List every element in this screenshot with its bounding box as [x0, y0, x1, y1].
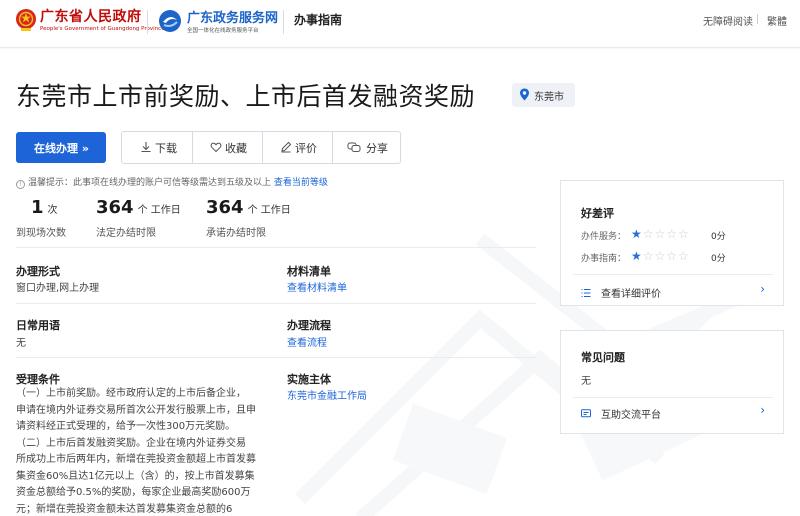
- favorite-button[interactable]: 收藏: [193, 132, 262, 163]
- guide-rating-label: 办事指南：: [581, 254, 627, 264]
- stat-unit: 个 工作日: [137, 205, 181, 216]
- favorite-label: 收藏: [225, 142, 247, 155]
- share-button[interactable]: 分享: [333, 132, 401, 163]
- download-icon: [141, 142, 151, 153]
- review-button[interactable]: 评价: [263, 132, 332, 163]
- service-score: 0分: [711, 232, 726, 242]
- stat-number: 364: [206, 197, 244, 218]
- conditions-label: 受理条件: [16, 373, 60, 386]
- stat-number: 1: [31, 197, 44, 218]
- service-rating: 办件服务： ★☆☆☆☆ 0分: [581, 227, 726, 242]
- page-title: 东莞市上市前奖励、上市后首发融资奖励: [16, 82, 476, 111]
- rating-title: 好差评: [581, 207, 614, 220]
- faq-panel: 常见问题 无 互助交流平台 ›: [560, 330, 784, 434]
- conditions-line: 申请在境内外证券交易所首次公开发行股票上市，且申: [16, 404, 256, 416]
- panel-divider: [573, 397, 773, 398]
- materials-link[interactable]: 查看材料清单: [287, 279, 347, 294]
- portal-logo-icon[interactable]: [158, 9, 182, 33]
- traditional-chinese-link[interactable]: 繁體: [767, 13, 787, 28]
- heart-icon: [210, 142, 222, 153]
- process-label: 办理流程: [287, 319, 331, 332]
- conditions-line: 元；新增在莞投资金额未达首发募集资金总额的6: [16, 503, 233, 515]
- action-button-group: 下载 收藏 评价 分享: [121, 131, 401, 164]
- main-content: 东莞市上市前奖励、上市后首发融资奖励 东莞市 在线办理 » 下载 收藏 评价 分…: [0, 49, 800, 516]
- star-filled-icon: ★: [631, 227, 643, 241]
- chevron-right-icon[interactable]: ›: [760, 403, 765, 417]
- accessibility-link[interactable]: 无障碍阅读: [703, 13, 753, 28]
- location-label: 东莞市: [534, 92, 564, 103]
- stat-promised-limit: 364 个 工作日 承诺办结时限: [206, 197, 291, 239]
- online-apply-button[interactable]: 在线办理 »: [16, 132, 106, 163]
- download-button[interactable]: 下载: [122, 132, 192, 163]
- terms-label: 日常用语: [16, 319, 60, 332]
- entity-link[interactable]: 东莞市金融工作局: [287, 387, 367, 402]
- portal-title[interactable]: 广东政务服务网: [187, 7, 278, 26]
- star-empty-icon: ☆☆☆☆: [642, 249, 690, 263]
- star-rating[interactable]: ★☆☆☆☆: [631, 249, 690, 263]
- view-detail-rating-label: 查看详细评价: [601, 289, 661, 300]
- divider: [16, 247, 536, 248]
- header-divider: [283, 10, 284, 34]
- stat-unit: 次: [47, 205, 58, 216]
- guide-score: 0分: [711, 254, 726, 264]
- download-label: 下载: [155, 142, 177, 155]
- review-label: 评价: [295, 142, 317, 155]
- star-empty-icon: ☆☆☆☆: [642, 227, 690, 241]
- mutual-help-platform-label: 互助交流平台: [601, 410, 661, 421]
- gov-title[interactable]: 广东省人民政府: [40, 6, 142, 26]
- service-rating-label: 办件服务：: [581, 232, 627, 242]
- faq-value: 无: [581, 376, 591, 387]
- check-level-link[interactable]: 查看当前等级: [274, 178, 328, 188]
- rating-panel: 好差评 办件服务： ★☆☆☆☆ 0分 办事指南： ★☆☆☆☆ 0分 查看详细评价…: [560, 180, 784, 306]
- section-title[interactable]: 办事指南: [294, 11, 342, 28]
- conditions-line: 所成功上市后两年内，新增在莞投资金额超上市首发募: [16, 454, 256, 465]
- top-header: 广东省人民政府 People's Government of Guangdong…: [0, 0, 800, 48]
- guide-rating: 办事指南： ★☆☆☆☆ 0分: [581, 249, 726, 264]
- materials-label: 材料清单: [287, 265, 331, 278]
- chevron-right-icon[interactable]: ›: [760, 282, 765, 296]
- location-tag[interactable]: 东莞市: [512, 83, 575, 107]
- location-pin-icon: [520, 88, 529, 101]
- pen-icon: [281, 141, 292, 153]
- view-detail-rating-link[interactable]: 查看详细评价: [581, 285, 661, 300]
- conditions-line: （二）上市后首发融资奖励。企业在境内外证券交易: [16, 437, 246, 449]
- conditions-line: 集资金60%且达1亿元以上（含）的，按上市首发募集: [16, 470, 255, 482]
- tip-message: 温馨提示：此事项在线办理的账户可信等级需达到五级及以上: [28, 178, 272, 188]
- stat-caption: 到现场次数: [16, 228, 66, 239]
- share-chat-icon: [347, 142, 361, 152]
- header-divider: [147, 10, 148, 34]
- conditions-line: 资金总额给予0.5%的奖励，每家企业最高奖励600万: [16, 487, 251, 498]
- stat-caption: 法定办结时限: [96, 228, 156, 239]
- gov-subtitle: People's Government of Guangdong Provinc…: [40, 26, 165, 32]
- stat-legal-limit: 364 个 工作日 法定办结时限: [96, 197, 181, 239]
- stat-number: 364: [96, 197, 134, 218]
- method-label: 办理形式: [16, 265, 60, 278]
- chat-box-icon: [581, 409, 591, 418]
- mutual-help-platform-link[interactable]: 互助交流平台: [581, 406, 661, 421]
- national-emblem-icon[interactable]: [15, 8, 37, 32]
- stat-caption: 承诺办结时限: [206, 228, 266, 239]
- method-value: 窗口办理,网上办理: [16, 283, 100, 294]
- stat-visits: 1次 到现场次数: [16, 197, 66, 239]
- panel-divider: [573, 274, 773, 275]
- stat-unit: 个 工作日: [247, 205, 291, 216]
- online-apply-label: 在线办理 »: [34, 142, 89, 155]
- entity-label: 实施主体: [287, 373, 331, 386]
- star-filled-icon: ★: [631, 249, 643, 263]
- conditions-text: （一）上市前奖励。经市政府认定的上市后备企业， 申请在境内外证券交易所首次公开发…: [16, 386, 271, 516]
- portal-subtitle: 全国一体化在线政务服务平台: [187, 28, 259, 34]
- conditions-line: 请资料经正式受理的，给予一次性300万元奖励。: [16, 421, 236, 432]
- header-link-divider: [757, 14, 758, 24]
- tip-text: ! 温馨提示：此事项在线办理的账户可信等级需达到五级及以上 查看当前等级: [16, 175, 328, 189]
- divider: [16, 357, 536, 358]
- conditions-line: （一）上市前奖励。经市政府认定的上市后备企业，: [16, 388, 246, 399]
- process-link[interactable]: 查看流程: [287, 334, 327, 349]
- divider: [16, 303, 536, 304]
- info-icon: !: [16, 180, 25, 189]
- share-label: 分享: [366, 142, 388, 155]
- faq-title: 常见问题: [581, 351, 625, 364]
- terms-value: 无: [16, 338, 26, 349]
- star-rating[interactable]: ★☆☆☆☆: [631, 227, 690, 241]
- list-icon: [581, 288, 591, 298]
